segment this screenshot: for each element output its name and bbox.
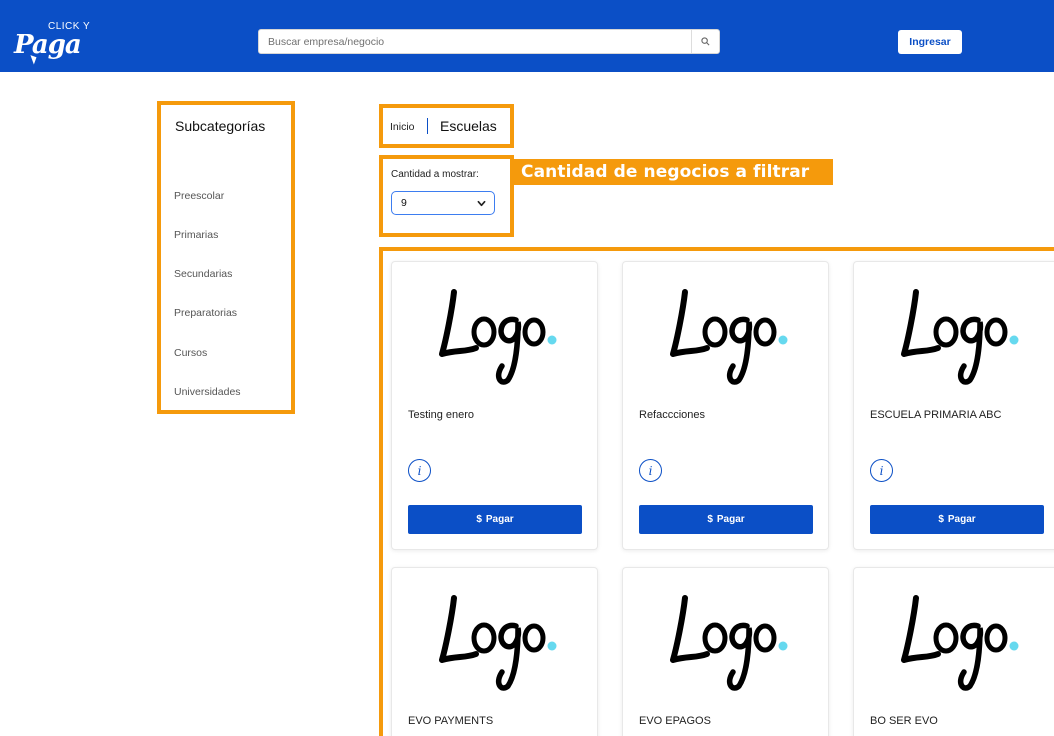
pay-button-label: Pagar — [716, 514, 745, 525]
business-logo-image: Logo — [439, 289, 557, 385]
breadcrumb-home-link[interactable]: Inicio — [390, 121, 415, 133]
login-button[interactable]: Ingresar — [898, 30, 962, 54]
search-bar — [258, 29, 720, 54]
business-logo-image: Logo — [901, 595, 1019, 691]
logo-main-text: Paga — [14, 30, 82, 60]
business-name: ESCUELA PRIMARIA ABC — [870, 409, 1002, 421]
search-input[interactable] — [259, 30, 693, 53]
top-navbar: CLICK Y Paga Ingresar — [0, 0, 1054, 72]
subcategories-title: Subcategorías — [175, 118, 266, 134]
info-icon[interactable]: i — [408, 459, 431, 482]
info-icon[interactable]: i — [870, 459, 893, 482]
business-card[interactable]: Logo BO SER EVO — [853, 567, 1054, 736]
business-name: Refaccciones — [639, 409, 706, 421]
business-logo-image: Logo — [670, 289, 788, 385]
business-name: EVO PAYMENTS — [408, 715, 494, 727]
pay-button[interactable]: $ Pagar — [408, 505, 582, 534]
business-name: BO SER EVO — [870, 715, 938, 727]
dollar-icon: $ — [938, 514, 944, 525]
sidebar-item-preparatorias[interactable]: Preparatorias — [174, 307, 237, 319]
quantity-select[interactable]: 9 — [391, 191, 495, 215]
quantity-label: Cantidad a mostrar: — [391, 169, 479, 180]
sidebar-item-universidades[interactable]: Universidades — [174, 386, 241, 398]
business-card[interactable]: Logo EVO EPAGOS — [622, 567, 829, 736]
info-icon[interactable]: i — [639, 459, 662, 482]
sidebar-item-primarias[interactable]: Primarias — [174, 229, 218, 241]
business-card[interactable]: Logo Testing enero i $Pagar — [391, 261, 598, 550]
business-name: EVO EPAGOS — [639, 715, 711, 727]
sidebar-item-preescolar[interactable]: Preescolar — [174, 190, 224, 202]
quantity-filter-callout: Cantidad de negocios a filtrar — [514, 159, 833, 185]
business-logo-image: Logo — [901, 289, 1019, 385]
search-icon — [701, 37, 710, 46]
subcategories-highlight — [157, 101, 295, 414]
breadcrumb-separator — [427, 118, 428, 134]
pay-button[interactable]: $ Pagar — [870, 505, 1044, 534]
search-button[interactable] — [691, 30, 719, 53]
chevron-down-icon — [477, 200, 486, 207]
business-logo-image: Logo — [439, 595, 557, 691]
click-y-paga-logo[interactable]: CLICK Y Paga — [14, 16, 114, 68]
pay-button[interactable]: $ Pagar — [639, 505, 813, 534]
breadcrumb-current: Escuelas — [440, 118, 497, 134]
business-name: Testing enero — [408, 409, 475, 421]
dollar-icon: $ — [476, 514, 482, 525]
business-logo-image: Logo — [670, 595, 788, 691]
pay-button-label: Pagar — [485, 514, 514, 525]
quantity-selected-value: 9 — [401, 197, 407, 209]
business-card[interactable]: Logo ESCUELA PRIMARIA ABC i $Pagar — [853, 261, 1054, 550]
dollar-icon: $ — [707, 514, 713, 525]
pay-button-label: Pagar — [947, 514, 976, 525]
sidebar-item-cursos[interactable]: Cursos — [174, 347, 207, 359]
business-card[interactable]: Logo Refaccciones i $Pagar — [622, 261, 829, 550]
business-card[interactable]: Logo EVO PAYMENTS — [391, 567, 598, 736]
sidebar-item-secundarias[interactable]: Secundarias — [174, 268, 232, 280]
